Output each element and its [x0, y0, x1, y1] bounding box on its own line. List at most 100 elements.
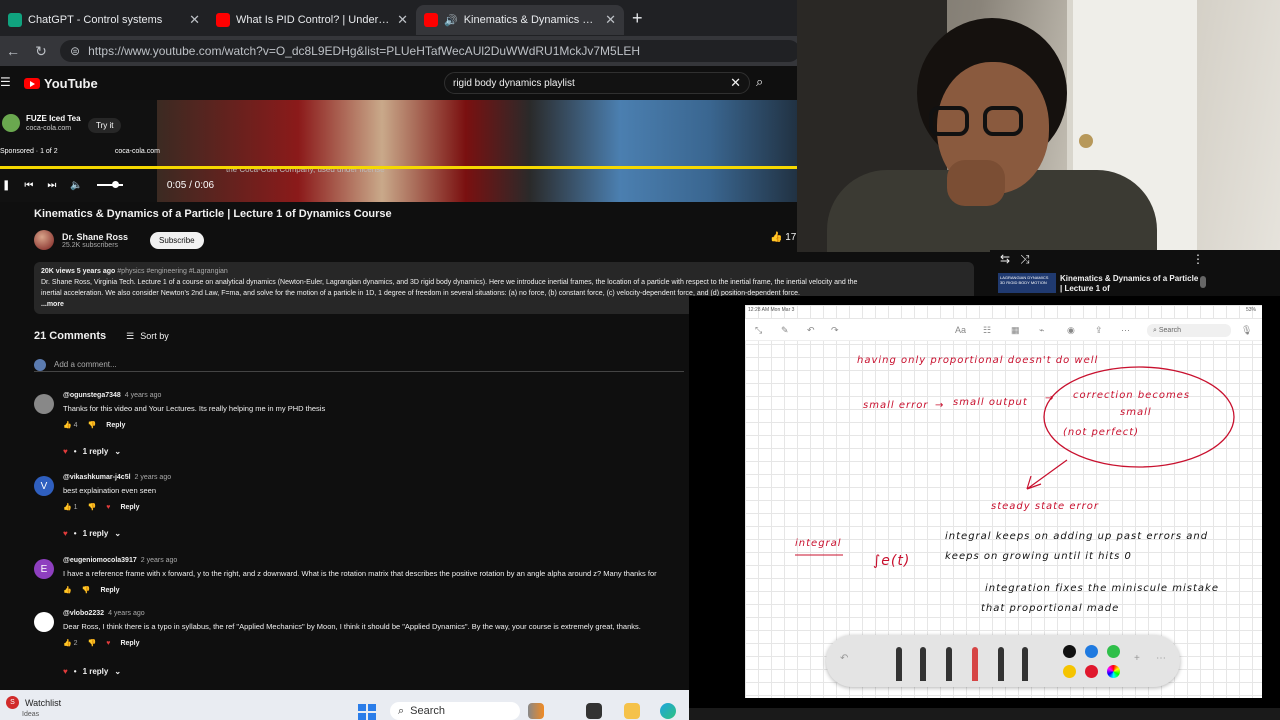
color-red[interactable]: [1085, 665, 1098, 678]
thumbs-up-icon[interactable]: 👍 4: [63, 421, 78, 429]
creator-heart-icon: ♥: [106, 503, 111, 511]
watchlist-widget[interactable]: S Watchlist: [6, 696, 61, 709]
widgets-icon[interactable]: [528, 703, 544, 719]
windows-start-icon[interactable]: [358, 704, 376, 720]
commenter-avatar[interactable]: E: [34, 559, 54, 579]
add-tool-icon[interactable]: +: [1134, 653, 1140, 664]
color-green[interactable]: [1107, 645, 1120, 658]
note-text: (not perfect): [1063, 427, 1140, 438]
color-picker[interactable]: [1107, 665, 1120, 678]
note-text: small output: [953, 397, 1028, 408]
add-comment-field[interactable]: Add a comment...: [34, 358, 684, 372]
hashtags[interactable]: #physics #engineering #Lagrangian: [117, 268, 228, 275]
reply-button[interactable]: Reply: [106, 422, 125, 429]
pencil-tool[interactable]: [946, 647, 952, 681]
thumbs-up-icon[interactable]: 👍: [63, 586, 72, 594]
arrow-icon: →: [1045, 393, 1055, 404]
progress-bar[interactable]: [0, 166, 800, 169]
next-icon[interactable]: ⏭: [47, 180, 56, 191]
clear-search-icon[interactable]: ✕: [730, 75, 741, 91]
speaker-icon[interactable]: 🔊: [444, 14, 458, 27]
tab-kinematics[interactable]: 🔊 Kinematics & Dynamics of a Particle ✕: [416, 5, 624, 35]
channel-name[interactable]: Dr. Shane Ross: [62, 232, 128, 242]
note-text: keeps on growing until it hits 0: [945, 551, 1132, 562]
loop-icon[interactable]: ⇆: [1000, 252, 1010, 267]
search-input[interactable]: rigid body dynamics playlist ✕: [444, 72, 750, 94]
more-vert-icon[interactable]: ⋮: [1192, 252, 1204, 266]
thumbs-up-icon[interactable]: 👍 1: [63, 503, 78, 511]
color-blue[interactable]: [1085, 645, 1098, 658]
tab-pid-control[interactable]: What Is PID Control? | Understand ✕: [208, 5, 416, 35]
comment-author[interactable]: @vikashkumar-j4c5l 2 years ago: [63, 474, 171, 481]
thumbs-down-icon[interactable]: 👎: [88, 639, 97, 647]
close-icon[interactable]: ✕: [189, 12, 200, 28]
previous-icon[interactable]: ⏮: [24, 180, 33, 191]
marker-tool[interactable]: [920, 647, 926, 681]
view-replies-button[interactable]: ♥ • 1 reply ⌄: [63, 447, 121, 456]
eraser-tool[interactable]: [972, 647, 978, 681]
comment-author[interactable]: @eugeniomocola3917 2 years ago: [63, 557, 177, 564]
watchlist-sub: Ideas: [22, 711, 40, 718]
commenter-avatar[interactable]: [34, 612, 54, 632]
channel-avatar[interactable]: [34, 230, 54, 250]
playlist-item-title[interactable]: Kinematics & Dynamics of a Particle | Le…: [1060, 274, 1200, 296]
volume-icon[interactable]: 🔈: [70, 180, 82, 191]
subscribe-button[interactable]: Subscribe: [150, 231, 204, 249]
try-it-button[interactable]: Try it: [88, 118, 122, 133]
file-explorer-icon[interactable]: [624, 703, 640, 719]
playlist-thumbnail[interactable]: LAGRANGIAN DYNAMICS 3D RIGID BODY MOTION: [998, 273, 1056, 293]
reload-icon[interactable]: ↻: [32, 43, 50, 60]
taskbar-search[interactable]: ⌕ Search: [390, 702, 520, 720]
thumbs-up-icon[interactable]: 👍 2: [63, 639, 78, 647]
close-icon[interactable]: ✕: [605, 12, 616, 28]
shuffle-icon[interactable]: ⤨: [1020, 252, 1030, 267]
description-line: Dr. Shane Ross, Virginia Tech. Lecture 1…: [41, 279, 858, 286]
commenter-avatar[interactable]: V: [34, 476, 54, 496]
view-replies-button[interactable]: ♥ • 1 reply ⌄: [63, 529, 121, 538]
screen: ChatGPT - Control systems ✕ What Is PID …: [0, 0, 1280, 720]
thumbs-down-icon[interactable]: 👎: [88, 421, 97, 429]
view-replies-button[interactable]: ♥ • 1 reply ⌄: [63, 667, 121, 676]
tab-chatgpt[interactable]: ChatGPT - Control systems ✕: [0, 5, 208, 35]
menu-icon[interactable]: ☰: [0, 75, 11, 89]
volume-slider[interactable]: [96, 181, 123, 188]
ruler-tool[interactable]: [1022, 647, 1028, 681]
task-view-icon[interactable]: [586, 703, 602, 719]
lasso-tool[interactable]: [998, 647, 1004, 681]
youtube-logo[interactable]: YouTube: [24, 76, 98, 91]
arrow-icon: →: [935, 400, 945, 411]
comment-author[interactable]: @ogunstega7348 4 years ago: [63, 392, 161, 399]
edge-icon[interactable]: [660, 703, 676, 719]
search-icon: ⌕: [398, 704, 405, 717]
playlist-scrollbar[interactable]: [1200, 276, 1206, 288]
search-icon[interactable]: ⌕: [756, 74, 763, 90]
color-yellow[interactable]: [1063, 665, 1076, 678]
reply-button[interactable]: Reply: [120, 640, 139, 647]
url-field[interactable]: ⊜ https://www.youtube.com/watch?v=O_dc8L…: [60, 40, 800, 62]
like-button[interactable]: 👍 17: [770, 232, 796, 243]
sort-by-button[interactable]: ☰ Sort by: [126, 331, 169, 342]
tab-title: What Is PID Control? | Understand: [236, 14, 392, 26]
back-icon[interactable]: ←: [4, 43, 22, 59]
more-tools-icon[interactable]: ⋯: [1156, 653, 1166, 664]
color-black[interactable]: [1063, 645, 1076, 658]
advertiser-logo: [2, 114, 20, 132]
reply-button[interactable]: Reply: [100, 587, 119, 594]
pause-icon[interactable]: ❚: [2, 180, 10, 191]
site-info-icon[interactable]: ⊜: [70, 44, 80, 58]
thumbs-down-icon[interactable]: 👎: [82, 586, 91, 594]
thumbs-down-icon[interactable]: 👎: [88, 503, 97, 511]
reply-button[interactable]: Reply: [120, 504, 139, 511]
logo-text: YouTube: [44, 75, 98, 91]
commenter-avatar[interactable]: [34, 394, 54, 414]
undo-pen-icon[interactable]: ↶: [840, 653, 848, 664]
new-tab-button[interactable]: +: [632, 8, 643, 29]
chatgpt-icon: [8, 13, 22, 27]
taskbar-search-label: Search: [410, 705, 446, 717]
pen-tool[interactable]: [896, 647, 902, 681]
notes-canvas[interactable]: 12:28 AM Mon Mar 3 53% ⤡ ✎ ↶ ↷ Aa ☷ ▦ ⌁ …: [745, 305, 1262, 698]
channel-row: Dr. Shane Ross 25.2K subscribers Subscri…: [34, 228, 204, 252]
comment-author[interactable]: @vlobo2232 4 years ago: [63, 610, 145, 617]
close-icon[interactable]: ✕: [397, 12, 408, 28]
note-text: small error: [863, 400, 929, 411]
